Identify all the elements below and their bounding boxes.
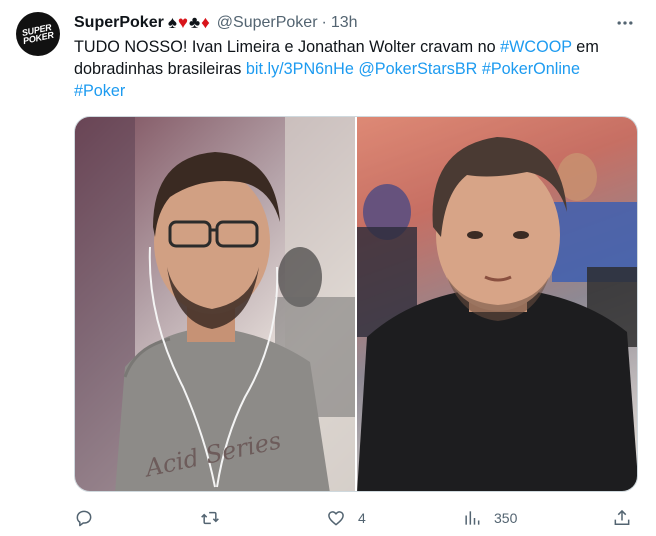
user-handle[interactable]: @SuperPoker <box>217 14 318 32</box>
tweet[interactable]: SUPER POKER SuperPoker ♠♥♣♦ @SuperPoker … <box>0 0 656 536</box>
reply-button[interactable] <box>74 506 106 530</box>
hashtag-poker[interactable]: #Poker <box>74 82 125 100</box>
diamond-suit: ♦ <box>201 13 211 32</box>
club-suit: ♣ <box>188 13 202 32</box>
more-icon[interactable] <box>614 12 636 34</box>
separator-dot: · <box>321 14 327 31</box>
name-suits: ♠♥♣♦ <box>168 13 211 33</box>
tweet-text-part-1: TUDO NOSSO! Ivan Limeira e Jonathan Wolt… <box>74 38 501 56</box>
views-icon <box>465 511 480 525</box>
share-button[interactable] <box>612 506 632 530</box>
mention-pokerstarsbr[interactable]: @PokerStarsBR <box>358 60 477 78</box>
like-icon <box>328 511 344 526</box>
display-name[interactable]: SuperPoker <box>74 14 164 32</box>
more-icon-glyph <box>617 21 633 25</box>
avatar[interactable]: SUPER POKER <box>16 12 60 56</box>
views-button[interactable]: 350 <box>462 506 517 530</box>
heart-suit: ♥ <box>177 13 189 32</box>
retweet-icon <box>201 511 219 525</box>
photo-left-illustration: Acid Series <box>75 117 355 491</box>
short-link[interactable]: bit.ly/3PN6nHe <box>246 60 354 78</box>
view-count: 350 <box>494 510 518 526</box>
tweet-actions: 4 350 <box>74 506 638 530</box>
reply-icon <box>76 510 92 527</box>
tweet-media[interactable]: Acid Series <box>74 116 638 492</box>
spade-suit: ♠ <box>167 13 178 32</box>
hashtag-wcoop[interactable]: #WCOOP <box>500 38 572 56</box>
like-button[interactable]: 4 <box>326 506 366 530</box>
tweet-text: TUDO NOSSO! Ivan Limeira e Jonathan Wolt… <box>74 36 634 102</box>
retweet-button[interactable] <box>200 506 232 530</box>
tweet-time[interactable]: 13h <box>331 14 358 32</box>
share-icon <box>614 509 630 525</box>
photo-right-illustration <box>357 117 637 491</box>
hashtag-pokeronline[interactable]: #PokerOnline <box>482 60 580 78</box>
superpoker-logo: SUPER POKER <box>21 22 55 46</box>
photo-ivan-limeira[interactable]: Acid Series <box>75 117 355 491</box>
photo-jonathan-wolter[interactable] <box>357 117 637 491</box>
tweet-header: SuperPoker ♠♥♣♦ @SuperPoker · 13h <box>74 12 358 34</box>
like-count: 4 <box>358 510 366 526</box>
